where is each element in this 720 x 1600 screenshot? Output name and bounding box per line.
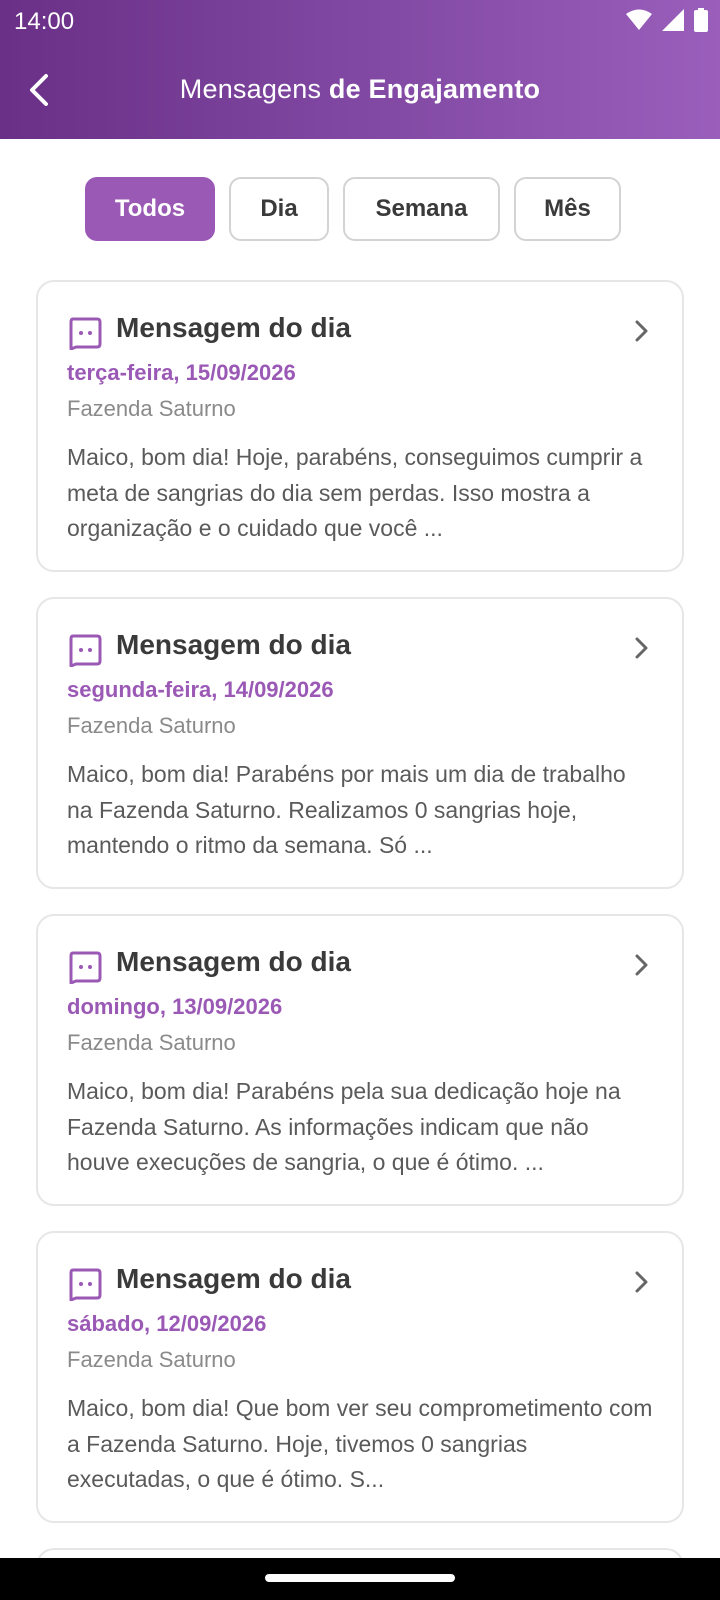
status-bar: 14:00	[0, 0, 720, 44]
chevron-right-icon	[635, 320, 648, 342]
status-icons	[626, 8, 708, 32]
page-title: Mensagens de Engajamento	[0, 74, 720, 105]
card-preview: Maico, bom dia! Parabéns pela sua dedica…	[67, 1078, 621, 1175]
card-date: sábado, 12/09/2026	[67, 1311, 267, 1336]
card-title: Mensagem do dia	[116, 629, 351, 660]
card-preview: Maico, bom dia! Que bom ver seu comprome…	[67, 1395, 653, 1492]
page-title-regular: Mensagens	[179, 74, 322, 104]
status-time: 14:00	[14, 8, 75, 35]
title-bar: Mensagens de Engajamento	[0, 60, 720, 120]
card-farm: Fazenda Saturno	[67, 1030, 236, 1055]
filter-chips: Todos Dia Semana Mês	[0, 177, 720, 243]
message-icon	[69, 951, 102, 984]
chevron-right-icon	[635, 1271, 648, 1293]
chevron-right-icon	[635, 637, 648, 659]
message-card[interactable]: Mensagem do dia terça-feira, 15/09/2026 …	[36, 280, 684, 572]
battery-icon	[694, 8, 708, 32]
page-title-bold: de Engajamento	[328, 74, 541, 104]
card-title: Mensagem do dia	[116, 1263, 351, 1294]
message-card[interactable]: Mensagem do dia segunda-feira, 14/09/202…	[36, 597, 684, 889]
card-title: Mensagem do dia	[116, 312, 351, 343]
message-icon	[69, 317, 102, 350]
card-title: Mensagem do dia	[116, 946, 351, 977]
filter-todos[interactable]: Todos	[85, 177, 215, 241]
app-header: 14:00 Mensagens de Engajamento	[0, 0, 720, 139]
home-gesture-handle[interactable]	[265, 1574, 455, 1582]
card-preview: Maico, bom dia! Parabéns por mais um dia…	[67, 761, 626, 858]
system-nav-bar	[0, 1558, 720, 1600]
message-card[interactable]: Mensagem do dia domingo, 13/09/2026 Faze…	[36, 914, 684, 1206]
signal-icon	[662, 9, 684, 31]
card-farm: Fazenda Saturno	[67, 1347, 236, 1372]
card-preview: Maico, bom dia! Hoje, parabéns, consegui…	[67, 444, 643, 541]
message-icon	[69, 634, 102, 667]
filter-mes[interactable]: Mês	[514, 177, 621, 241]
filter-semana[interactable]: Semana	[343, 177, 500, 241]
message-card[interactable]: Mensagem do dia sábado, 12/09/2026 Fazen…	[36, 1231, 684, 1523]
chevron-right-icon	[635, 954, 648, 976]
filter-dia[interactable]: Dia	[229, 177, 329, 241]
card-farm: Fazenda Saturno	[67, 396, 236, 421]
wifi-icon	[626, 9, 652, 30]
card-farm: Fazenda Saturno	[67, 713, 236, 738]
message-icon	[69, 1268, 102, 1301]
card-date: segunda-feira, 14/09/2026	[67, 677, 334, 702]
card-date: terça-feira, 15/09/2026	[67, 360, 296, 385]
card-date: domingo, 13/09/2026	[67, 994, 283, 1019]
